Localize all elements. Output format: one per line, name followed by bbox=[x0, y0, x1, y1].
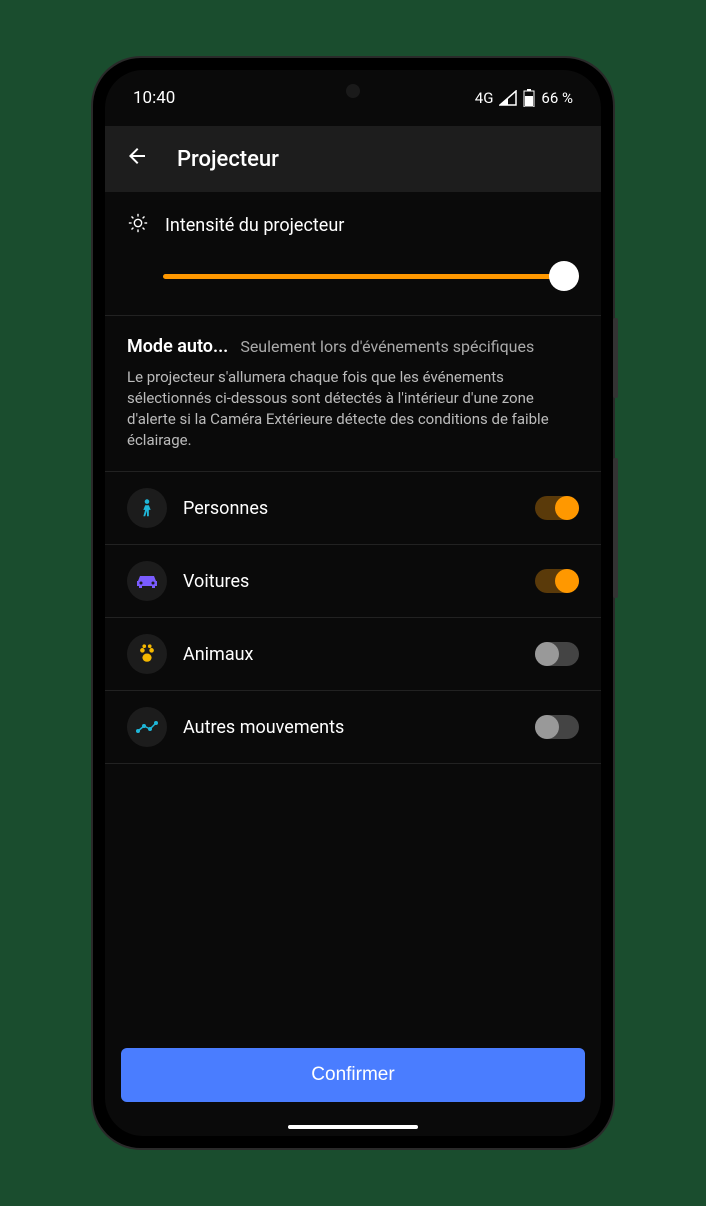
motion-icon bbox=[127, 707, 167, 747]
intensity-header: Intensité du projecteur bbox=[127, 212, 579, 239]
battery-icon bbox=[523, 89, 535, 107]
row-cars: Voitures bbox=[105, 545, 601, 618]
paw-icon bbox=[127, 634, 167, 674]
screen: 10:40 4G 66 % Projecteur bbox=[105, 70, 601, 1136]
battery-label: 66 % bbox=[541, 89, 573, 107]
arrow-left-icon bbox=[125, 144, 149, 168]
toggle-knob bbox=[535, 715, 559, 739]
status-time: 10:40 bbox=[133, 88, 175, 108]
nav-pill bbox=[288, 1125, 418, 1129]
mode-description: Le projecteur s'allumera chaque fois que… bbox=[127, 367, 579, 451]
intensity-section: Intensité du projecteur bbox=[105, 192, 601, 316]
row-label: Voitures bbox=[183, 571, 519, 592]
toggle-knob bbox=[555, 496, 579, 520]
toggle-persons[interactable] bbox=[535, 496, 579, 520]
mode-section[interactable]: Mode auto... Seulement lors d'événements… bbox=[105, 316, 601, 472]
status-bar: 10:40 4G 66 % bbox=[105, 70, 601, 126]
mode-title: Mode auto... bbox=[127, 336, 228, 357]
car-icon bbox=[127, 561, 167, 601]
person-icon bbox=[127, 488, 167, 528]
status-right: 4G 66 % bbox=[475, 89, 573, 107]
slider-track bbox=[163, 274, 579, 279]
volume-button bbox=[613, 458, 618, 598]
power-button bbox=[613, 318, 618, 398]
slider-thumb[interactable] bbox=[549, 261, 579, 291]
row-label: Animaux bbox=[183, 644, 519, 665]
toggle-knob bbox=[535, 642, 559, 666]
brightness-icon bbox=[127, 212, 149, 239]
back-button[interactable] bbox=[125, 144, 149, 174]
intensity-label: Intensité du projecteur bbox=[165, 215, 344, 236]
mode-subtitle: Seulement lors d'événements spécifiques bbox=[240, 337, 534, 356]
content: Intensité du projecteur Mode auto... Seu… bbox=[105, 192, 601, 1032]
row-label: Autres mouvements bbox=[183, 717, 519, 738]
toggle-knob bbox=[555, 569, 579, 593]
row-label: Personnes bbox=[183, 498, 519, 519]
page-title: Projecteur bbox=[177, 147, 279, 172]
row-other: Autres mouvements bbox=[105, 691, 601, 764]
confirm-button[interactable]: Confirmer bbox=[121, 1048, 585, 1102]
app-bar: Projecteur bbox=[105, 126, 601, 192]
camera-notch bbox=[346, 84, 360, 98]
signal-icon bbox=[499, 90, 517, 106]
phone-frame: 10:40 4G 66 % Projecteur bbox=[93, 58, 613, 1148]
intensity-slider[interactable] bbox=[163, 261, 579, 291]
network-label: 4G bbox=[475, 89, 494, 107]
nav-bar[interactable] bbox=[105, 1118, 601, 1136]
toggle-animals[interactable] bbox=[535, 642, 579, 666]
toggle-other[interactable] bbox=[535, 715, 579, 739]
row-animals: Animaux bbox=[105, 618, 601, 691]
row-persons: Personnes bbox=[105, 472, 601, 545]
toggle-cars[interactable] bbox=[535, 569, 579, 593]
footer: Confirmer bbox=[105, 1032, 601, 1118]
